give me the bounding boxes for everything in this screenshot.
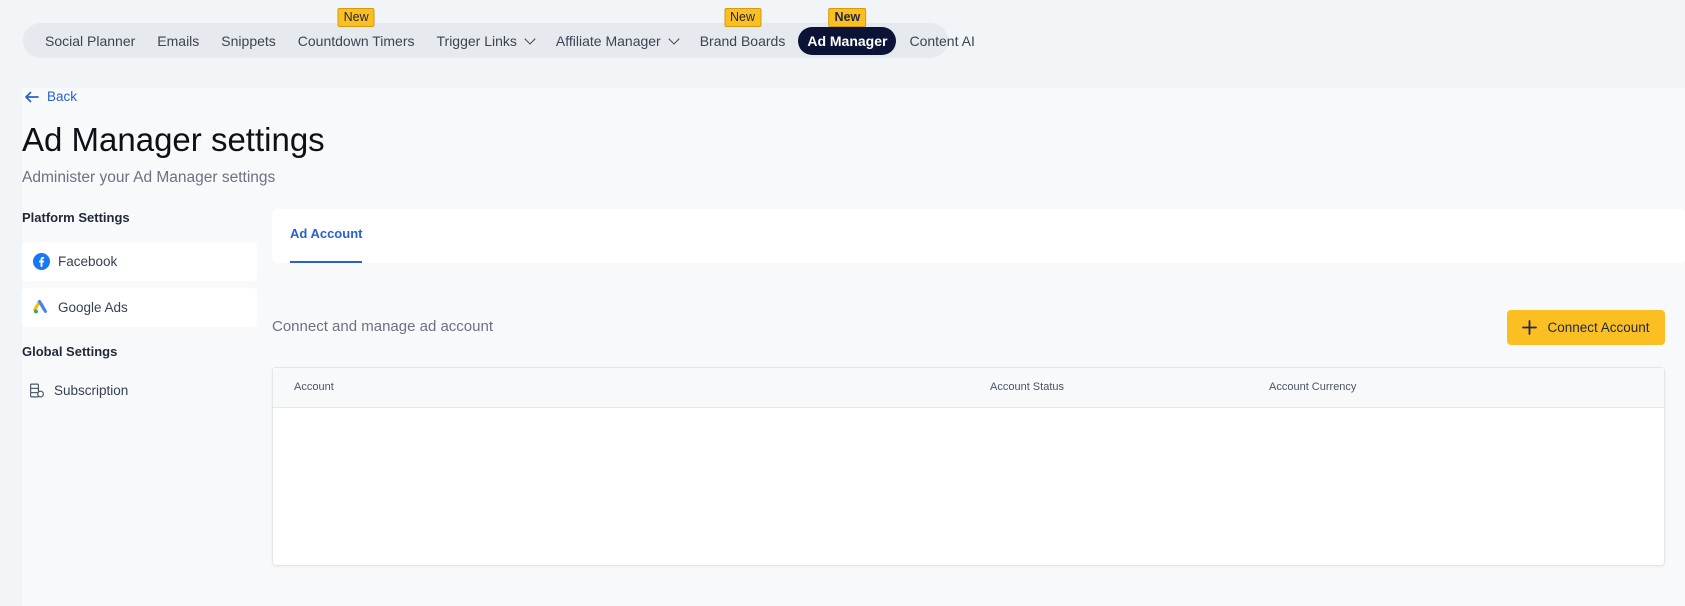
column-header-account: Account [294,381,334,393]
new-badge: New [337,7,375,27]
page-title: Ad Manager settings [22,121,325,158]
column-header-account-status: Account Status [990,381,1064,393]
sidebar-item-subscription[interactable]: Subscription [22,371,257,410]
nav-item-label: Trigger Links [436,32,517,49]
new-badge: New [724,7,762,27]
back-label: Back [47,89,78,104]
plus-icon [1522,320,1538,335]
sidebar-item-label: Subscription [54,383,129,398]
global-settings-heading: Global Settings [22,344,118,359]
tab-bar: Ad Account [272,209,1685,263]
platform-settings-heading: Platform Settings [22,210,130,225]
top-nav: Social Planner Emails Snippets New Count… [23,7,975,58]
nav-item-content-ai[interactable]: Content AI [900,27,983,55]
nav-item-ad-manager[interactable]: New Ad Manager [798,7,897,55]
nav-item-emails[interactable]: Emails [148,27,208,55]
google-ads-icon [33,299,50,316]
sidebar-item-facebook[interactable]: Facebook [22,242,257,281]
chevron-down-icon [524,32,536,45]
nav-item-label: Content AI [909,32,975,49]
nav-item-label: Brand Boards [699,32,786,49]
page-subtitle: Administer your Ad Manager settings [22,169,276,186]
nav-item-trigger-links[interactable]: Trigger Links [428,27,543,55]
nav-item-snippets[interactable]: Snippets [212,27,284,55]
subscription-icon [28,382,46,399]
nav-item-countdown-timers[interactable]: New Countdown Timers [289,7,424,55]
section-description: Connect and manage ad account [272,318,493,335]
connect-account-label: Connect Account [1547,320,1650,335]
sidebar-item-label: Google Ads [58,300,128,315]
ad-account-table: Account Account Status Account Currency [272,367,1665,566]
nav-item-label: Snippets [221,32,276,49]
nav-item-brand-boards[interactable]: New Brand Boards [691,7,795,55]
nav-item-label: Countdown Timers [297,32,415,49]
nav-item-label: Social Planner [45,32,136,49]
nav-item-label: Ad Manager [807,32,888,49]
connect-account-button[interactable]: Connect Account [1507,310,1665,345]
tab-ad-account[interactable]: Ad Account [290,209,363,263]
main-content: Back Ad Manager settings Administer your… [22,88,1685,606]
table-header: Account Account Status Account Currency [273,368,1664,408]
sidebar-item-label: Facebook [58,254,118,269]
nav-item-social-planner[interactable]: Social Planner [36,27,144,55]
nav-item-affiliate-manager[interactable]: Affiliate Manager [547,27,687,55]
chevron-down-icon [668,32,680,45]
nav-item-label: Affiliate Manager [555,32,661,49]
facebook-icon [33,253,50,270]
column-header-account-currency: Account Currency [1269,381,1357,393]
new-badge: New [828,7,867,27]
nav-item-label: Emails [157,32,200,49]
sidebar-item-google-ads[interactable]: Google Ads [22,288,257,327]
top-bar: Social Planner Emails Snippets New Count… [0,0,1685,88]
arrow-left-icon [25,91,39,102]
back-link[interactable]: Back [24,89,77,104]
